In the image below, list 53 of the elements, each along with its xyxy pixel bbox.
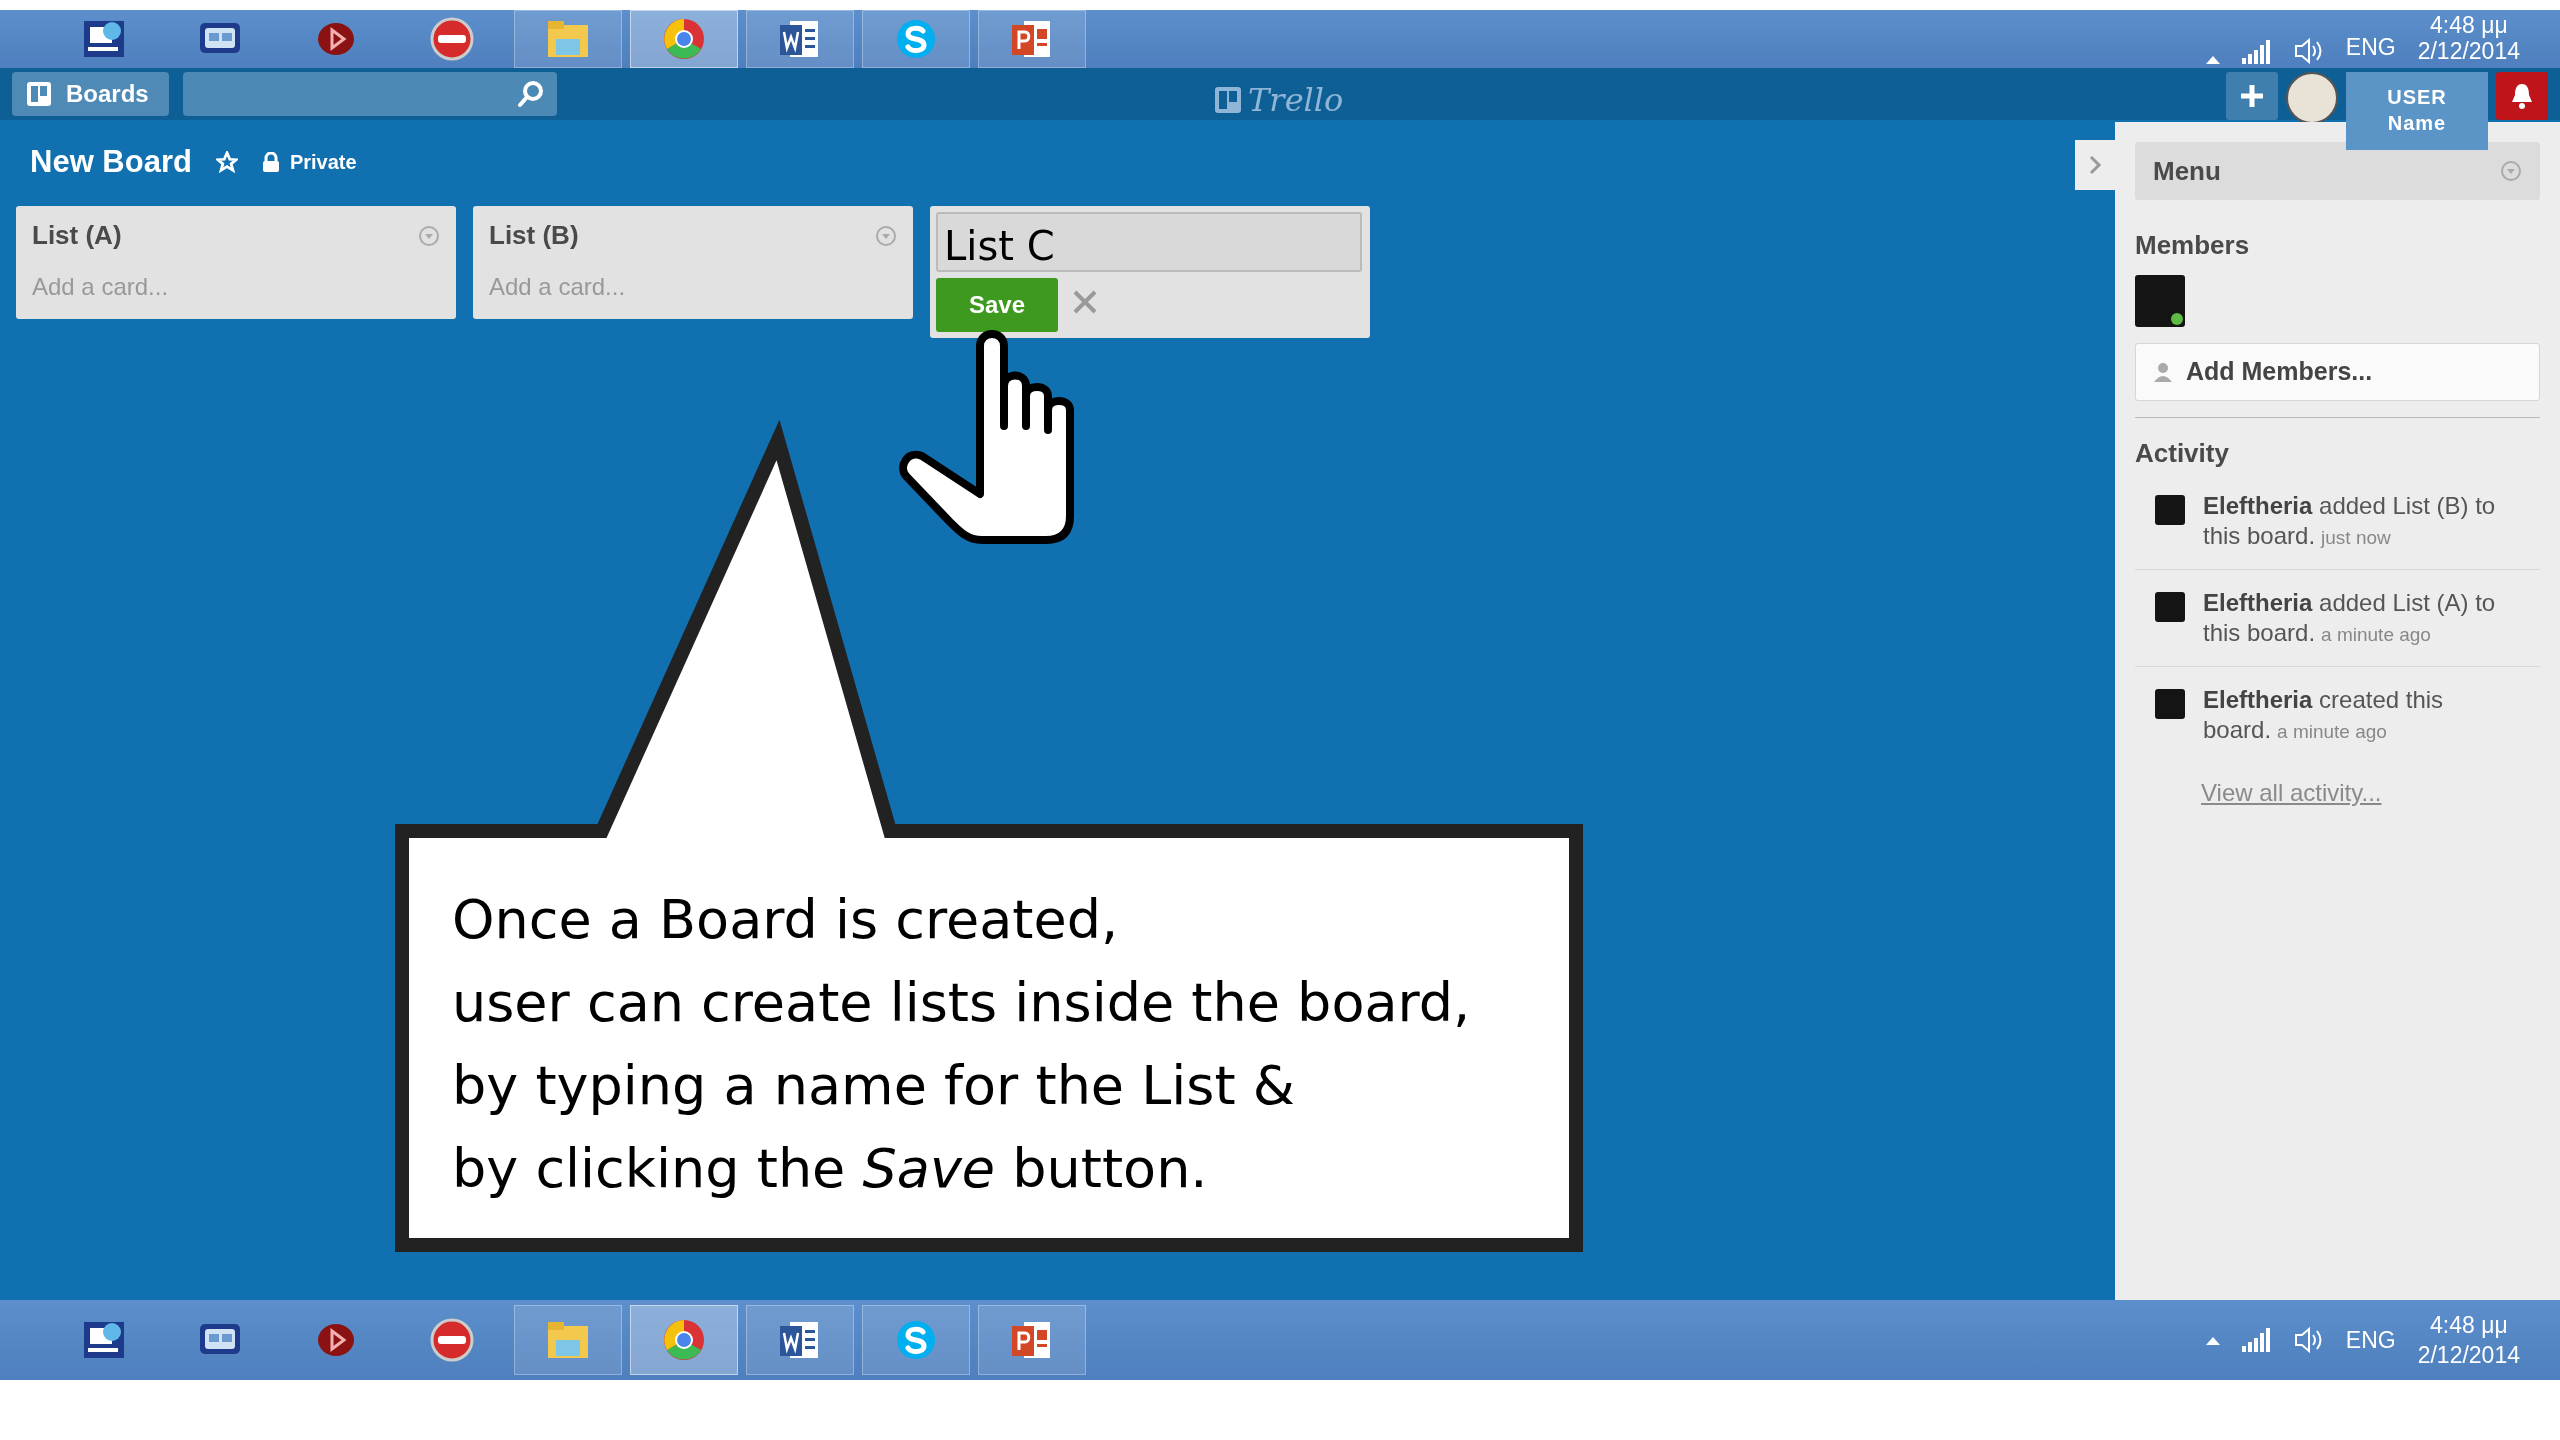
section-heading: Members xyxy=(2135,229,2251,262)
language-indicator[interactable]: ENG xyxy=(2345,1322,2396,1358)
taskbar-app[interactable] xyxy=(978,10,1086,68)
activity-entry: Eleftheria added List (B) to this board. just now xyxy=(2203,491,2497,551)
person-icon xyxy=(2154,362,2172,382)
add-card-link[interactable]: Add a card... xyxy=(32,269,169,305)
section-heading: Activity xyxy=(2135,437,2230,470)
list-title: List (B) xyxy=(489,219,579,252)
taskbar-app[interactable] xyxy=(746,10,854,68)
plus-icon xyxy=(2239,83,2265,109)
sidebar-toggle[interactable] xyxy=(2075,140,2115,190)
clock[interactable]: 4:48 μμ 2/12/2014 xyxy=(2417,1310,2520,1370)
taskbar-app[interactable] xyxy=(746,1305,854,1375)
taskbar-app[interactable] xyxy=(978,1305,1086,1375)
boards-button[interactable]: Boards xyxy=(12,72,169,116)
caret-icon[interactable] xyxy=(2205,1335,2220,1345)
visibility-button[interactable]: Private xyxy=(261,147,357,177)
search-field[interactable] xyxy=(182,72,557,116)
notifications-button[interactable] xyxy=(2496,72,2548,120)
add-card-link[interactable]: Add a card... xyxy=(489,269,626,305)
logo-text[interactable]: Trello xyxy=(1248,76,1344,124)
board-icon xyxy=(26,81,52,107)
add-button[interactable] xyxy=(2226,72,2278,120)
speaker-icon[interactable] xyxy=(2293,38,2324,64)
search-icon[interactable] xyxy=(516,80,545,108)
chevron-right-icon xyxy=(2088,154,2102,176)
add-members-button[interactable]: Add Members... xyxy=(2135,343,2540,401)
member-avatar[interactable] xyxy=(2135,275,2185,327)
signal-icon[interactable] xyxy=(2241,1328,2272,1352)
logo-icon xyxy=(1214,86,1242,114)
list-name-input[interactable]: List C xyxy=(936,212,1362,272)
list-title: List (A) xyxy=(32,219,122,252)
member-avatar xyxy=(2155,592,2185,622)
member-avatar xyxy=(2155,689,2185,719)
bell-icon xyxy=(2510,82,2534,110)
lock-icon xyxy=(261,152,280,172)
language-indicator[interactable]: ENG xyxy=(2345,29,2396,64)
close-icon xyxy=(1072,289,1098,315)
user-name-label: USER Name xyxy=(2346,72,2488,150)
speaker-icon[interactable] xyxy=(2293,1327,2324,1353)
star-icon[interactable] xyxy=(215,151,238,173)
activity-entry: Eleftheria added List (A) to this board. a minute ago xyxy=(2203,588,2497,648)
menu-title: Menu xyxy=(2153,154,2221,188)
clock[interactable]: 4:48 μμ 2/12/2014 xyxy=(2417,12,2520,64)
member-avatar xyxy=(2155,495,2185,525)
activity-entry: Eleftheria created this board. a minute ago xyxy=(2203,685,2445,745)
user-avatar[interactable] xyxy=(2286,72,2338,124)
view-all-link[interactable]: View all activity... xyxy=(2201,775,2382,811)
signal-icon[interactable] xyxy=(2241,40,2272,64)
save-button[interactable]: Save xyxy=(936,278,1058,332)
board-title: New Board xyxy=(30,142,192,181)
caret-icon[interactable] xyxy=(2205,54,2220,64)
callout-text: Once a Board is created, user can create lists inside the board, by typing a name for the List & by clicking the Save button. xyxy=(452,887,1471,1202)
